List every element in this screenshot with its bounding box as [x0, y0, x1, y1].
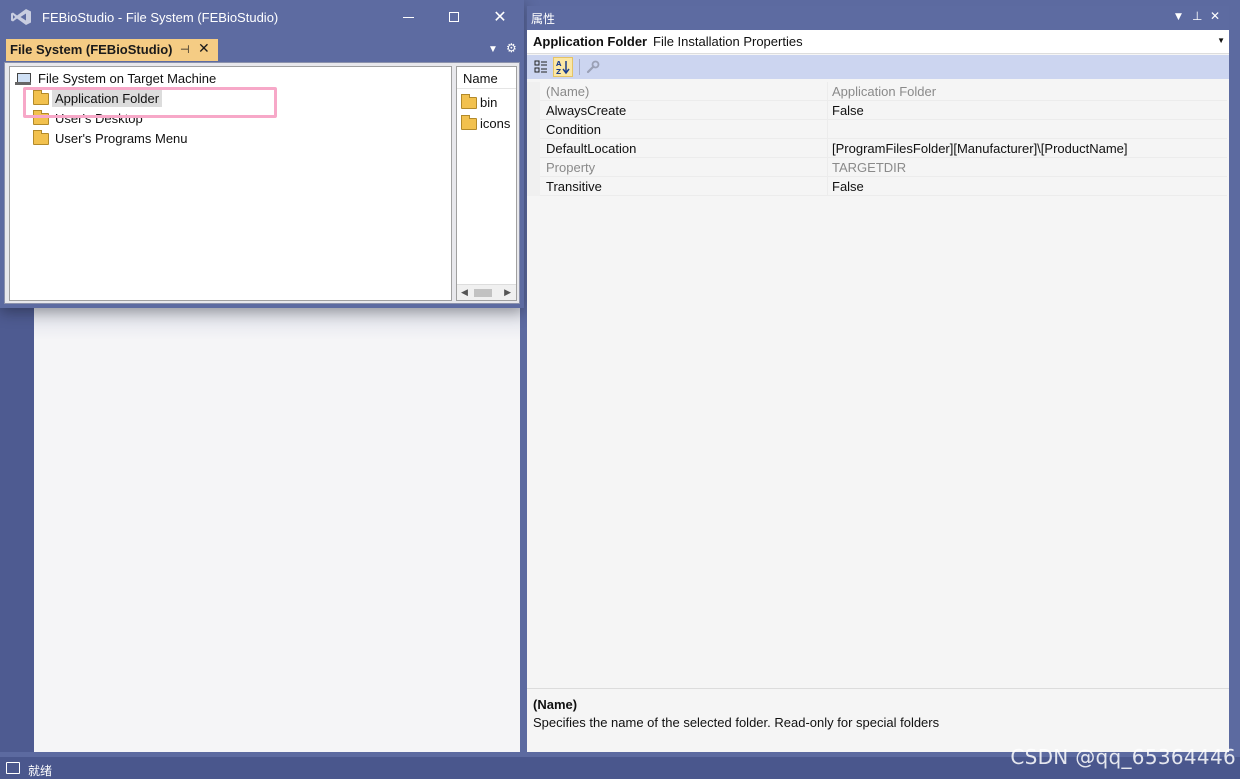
horizontal-scrollbar[interactable]: ◀ ▶	[457, 284, 516, 300]
property-key: Transitive	[546, 179, 602, 194]
document-tabstrip: File System (FEBioStudio) ⊣ ✕ ▼ ⚙	[4, 38, 520, 62]
row-margin	[527, 82, 540, 101]
property-key: AlwaysCreate	[546, 103, 627, 118]
sort-alphabetical-icon: A Z	[556, 60, 570, 75]
folder-contents-list[interactable]: Name bin icons ◀ ▶	[456, 66, 517, 301]
column-divider	[827, 120, 828, 139]
file-system-editor: File System on Target Machine Applicatio…	[4, 62, 520, 304]
list-item-label: bin	[480, 95, 498, 110]
list-item-bin[interactable]: bin	[461, 93, 498, 110]
properties-panel: 属性 ▼ ⊥ ✕ Application Folder File Install…	[527, 6, 1229, 752]
alphabetical-button[interactable]: A Z	[553, 57, 573, 77]
pin-icon[interactable]: ⊥	[1192, 9, 1202, 23]
scrollbar-thumb[interactable]	[474, 289, 492, 297]
folder-icon	[33, 129, 49, 145]
wrench-icon	[586, 60, 600, 74]
property-value[interactable]: False	[832, 103, 864, 118]
object-selector[interactable]: Application Folder File Installation Pro…	[527, 30, 1229, 54]
categorized-icon	[534, 60, 547, 73]
tab-label: File System (FEBioStudio)	[10, 42, 173, 57]
property-row-alwayscreate[interactable]: AlwaysCreate False	[527, 101, 1227, 120]
target-machine-tree[interactable]: File System on Target Machine Applicatio…	[9, 66, 452, 301]
tree-item-users-programs-menu[interactable]: User's Programs Menu	[33, 129, 191, 148]
property-value: Application Folder	[832, 84, 937, 99]
property-pages-button[interactable]	[583, 57, 603, 77]
background-document-area	[34, 300, 520, 752]
watermark-text: CSDN @qq_65364446	[1010, 745, 1236, 769]
window-titlebar[interactable]: FEBioStudio - File System (FEBioStudio) …	[0, 0, 524, 34]
description-text: Specifies the name of the selected folde…	[533, 715, 940, 730]
status-window-icon	[6, 762, 20, 774]
property-row-property[interactable]: Property TARGETDIR	[527, 158, 1227, 177]
svg-text:A: A	[556, 60, 562, 68]
property-description-pane: (Name) Specifies the name of the selecte…	[527, 688, 1229, 752]
properties-title: 属性	[531, 12, 556, 26]
properties-toolbar: A Z	[527, 55, 1229, 79]
tree-item-label: User's Programs Menu	[55, 131, 188, 146]
minimize-icon	[402, 16, 414, 18]
property-row-defaultlocation[interactable]: DefaultLocation [ProgramFilesFolder][Man…	[527, 139, 1227, 158]
window-title: FEBioStudio - File System (FEBioStudio)	[42, 10, 279, 25]
close-icon: ✕	[493, 9, 507, 26]
status-text: 就绪	[28, 764, 53, 778]
property-value: TARGETDIR	[832, 160, 907, 175]
property-key: (Name)	[546, 84, 590, 99]
row-margin	[527, 139, 540, 158]
visual-studio-logo-icon	[11, 9, 31, 25]
property-key: Condition	[546, 122, 601, 137]
list-item-icons[interactable]: icons	[461, 114, 511, 131]
folder-icon	[461, 114, 477, 130]
close-icon[interactable]: ✕	[1210, 9, 1220, 23]
gear-icon[interactable]: ⚙	[506, 41, 517, 55]
chevron-down-icon[interactable]: ▼	[1217, 36, 1225, 45]
property-value[interactable]: False	[832, 179, 864, 194]
scroll-right-icon[interactable]: ▶	[504, 287, 511, 298]
maximize-button[interactable]	[438, 5, 470, 29]
maximize-icon	[449, 12, 459, 22]
property-row-transitive[interactable]: Transitive False	[527, 177, 1227, 196]
row-margin	[527, 177, 540, 196]
row-margin	[527, 120, 540, 139]
list-item-label: icons	[480, 116, 511, 131]
property-key: Property	[546, 160, 596, 175]
property-row-name[interactable]: (Name) Application Folder	[527, 82, 1227, 101]
property-key: DefaultLocation	[546, 141, 637, 156]
object-name: Application Folder	[533, 34, 648, 49]
column-header-name[interactable]: Name	[457, 67, 516, 89]
svg-text:Z: Z	[556, 68, 561, 75]
property-row-condition[interactable]: Condition	[527, 120, 1227, 139]
folder-icon	[461, 93, 477, 109]
minimize-button[interactable]	[392, 5, 424, 29]
categorized-button[interactable]	[531, 57, 551, 77]
column-divider	[827, 177, 828, 196]
panel-dropdown-icon[interactable]: ▼	[1175, 12, 1182, 22]
column-divider	[827, 139, 828, 158]
toolbar-separator	[579, 59, 580, 75]
tab-dropdown-icon[interactable]: ▼	[488, 44, 498, 55]
column-divider	[827, 82, 828, 101]
properties-titlebar: 属性 ▼ ⊥ ✕	[527, 6, 1229, 30]
column-divider	[827, 101, 828, 120]
tab-file-system[interactable]: File System (FEBioStudio) ⊣ ✕	[6, 39, 218, 61]
annotation-highlight-box	[23, 87, 277, 118]
property-value[interactable]: [ProgramFilesFolder][Manufacturer]\[Prod…	[832, 141, 1128, 156]
description-title: (Name)	[533, 697, 578, 712]
computer-icon	[15, 72, 31, 85]
tab-close-icon[interactable]: ✕	[198, 40, 210, 57]
scroll-left-icon[interactable]: ◀	[461, 287, 468, 298]
pin-icon[interactable]: ⊣	[180, 43, 190, 56]
tree-root[interactable]: File System on Target Machine	[15, 69, 219, 88]
file-system-window: FEBioStudio - File System (FEBioStudio) …	[0, 0, 524, 308]
row-margin	[527, 101, 540, 120]
close-window-button[interactable]: ✕	[484, 5, 516, 29]
object-type: File Installation Properties	[653, 34, 803, 49]
row-margin	[527, 158, 540, 177]
column-divider	[827, 158, 828, 177]
tree-root-label: File System on Target Machine	[38, 71, 217, 86]
